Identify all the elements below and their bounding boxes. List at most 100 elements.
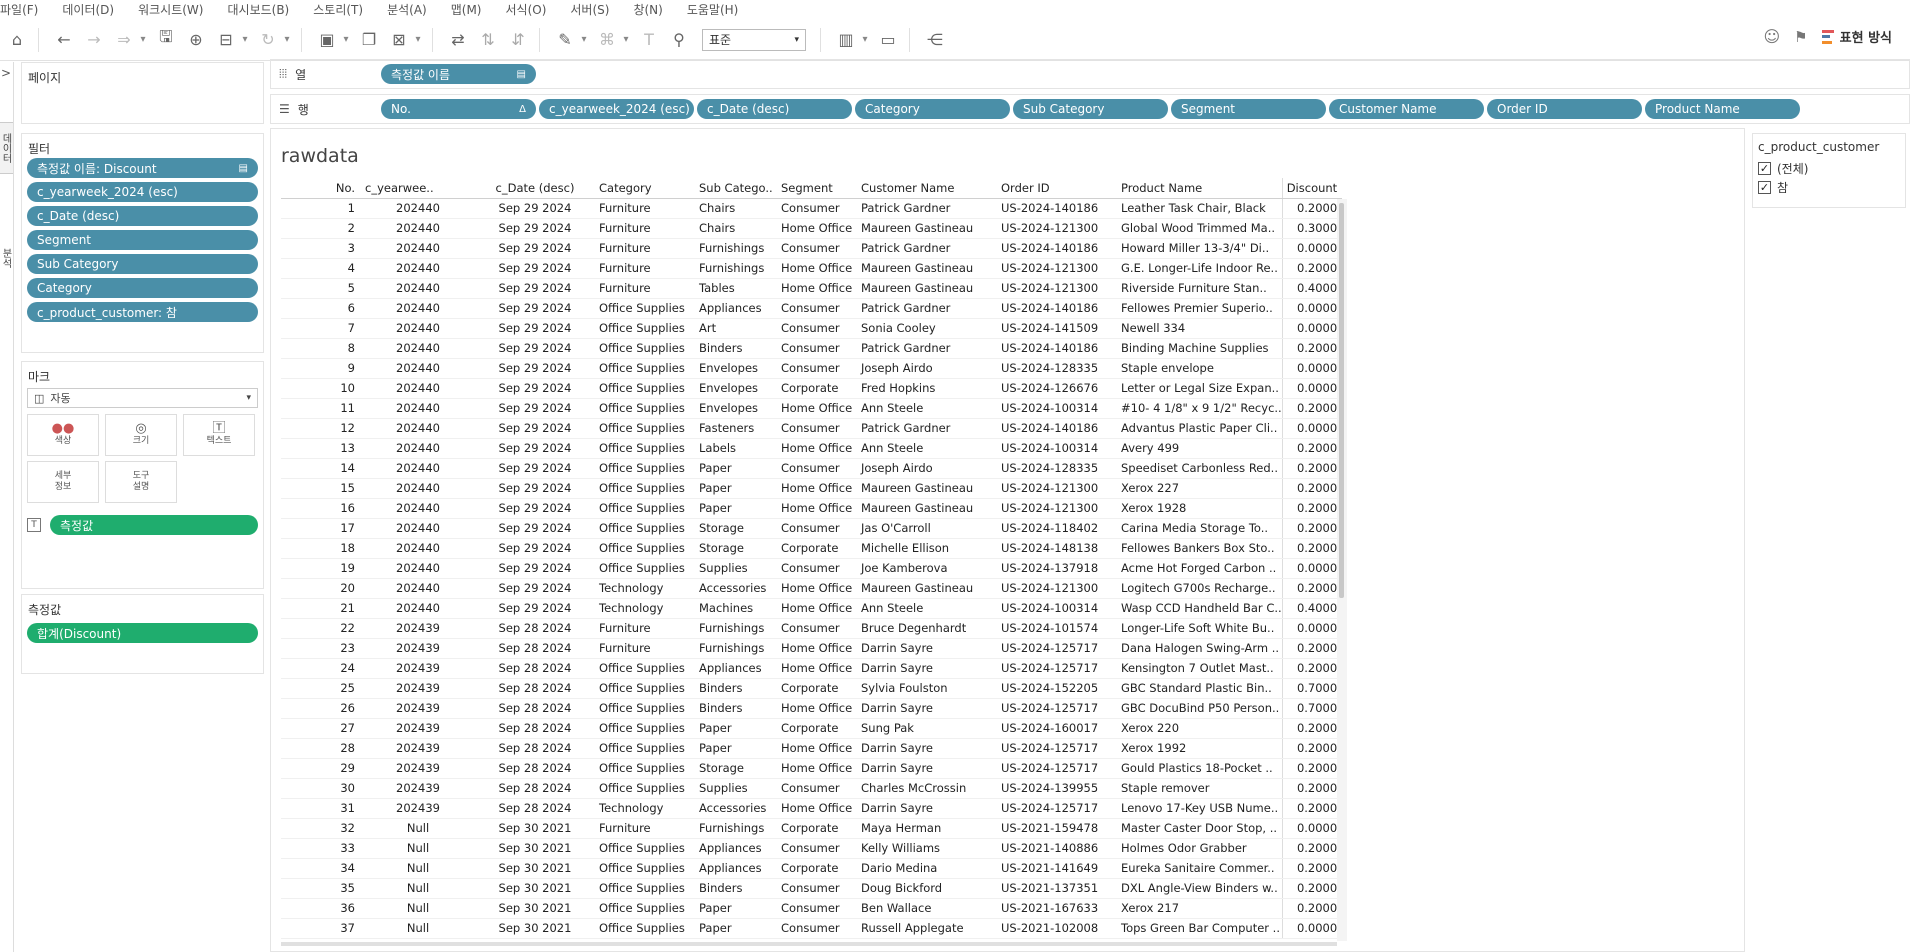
table-row[interactable]: 28 202439 Sep 28 2024 Office Supplies Paper H… xyxy=(281,738,1343,759)
text-encoding-icon[interactable]: T xyxy=(27,518,41,532)
columns-pill[interactable]: 측정값 이름 ▤ xyxy=(381,64,536,84)
filter-pill[interactable]: Sub Category xyxy=(27,254,258,274)
undo-icon[interactable]: ← xyxy=(51,27,77,53)
table-row[interactable]: 10 202440 Sep 29 2024 Office Supplies Envelo… xyxy=(281,378,1343,399)
clear-sheet-icon[interactable]: ⊠ xyxy=(386,27,412,53)
menu-item[interactable]: 스토리(T) xyxy=(313,1,373,18)
table-row[interactable]: 14 202440 Sep 29 2024 Office Supplies Paper C… xyxy=(281,458,1343,479)
chevron-right-icon[interactable]: > xyxy=(1,66,11,80)
home-icon[interactable]: ⌂ xyxy=(4,27,30,53)
rows-pill[interactable]: Order ID xyxy=(1487,99,1642,119)
group-icon[interactable]: ⌘ xyxy=(594,27,620,53)
filter-option[interactable]: ✓ 참 xyxy=(1753,178,1905,197)
column-header[interactable]: c_yearwee.. xyxy=(361,178,471,199)
table-row[interactable]: 29 202439 Sep 28 2024 Office Supplies Storag… xyxy=(281,758,1343,779)
refresh-dropdown-icon[interactable]: ▾ xyxy=(281,27,293,53)
format-painter-icon[interactable]: ⚑ xyxy=(1794,28,1807,46)
column-header[interactable]: No. xyxy=(281,178,361,199)
menu-item[interactable]: 도움말(H) xyxy=(687,1,749,18)
save-icon[interactable]: 🖫 xyxy=(153,27,179,53)
menu-item[interactable]: 서식(O) xyxy=(506,1,557,18)
table-row[interactable]: 12 202440 Sep 29 2024 Office Supplies Fasten… xyxy=(281,418,1343,439)
table-row[interactable]: 23 202439 Sep 28 2024 Furniture Furnishings H… xyxy=(281,638,1343,659)
table-row[interactable]: 27 202439 Sep 28 2024 Office Supplies Paper C… xyxy=(281,718,1343,739)
rows-pill[interactable]: Segment xyxy=(1171,99,1326,119)
replay-dropdown-icon[interactable]: ▾ xyxy=(137,27,149,53)
table-row[interactable]: 13 202440 Sep 29 2024 Office Supplies Labels… xyxy=(281,438,1343,459)
table-row[interactable]: 19 202440 Sep 29 2024 Office Supplies Suppli… xyxy=(281,558,1343,579)
table-row[interactable]: 7 202440 Sep 29 2024 Office Supplies Art Cons… xyxy=(281,318,1343,339)
table-row[interactable]: 5 202440 Sep 29 2024 Furniture Tables Home Of… xyxy=(281,278,1343,299)
column-header[interactable]: Category xyxy=(595,178,695,199)
checkbox-icon[interactable]: ✓ xyxy=(1758,181,1771,194)
measure-value-pill[interactable]: 합계(Discount) xyxy=(27,623,258,643)
rows-pill[interactable]: Customer Name xyxy=(1329,99,1484,119)
column-header[interactable]: Discount xyxy=(1281,178,1343,199)
menu-item[interactable]: 서버(S) xyxy=(570,1,619,18)
sort-descending-icon[interactable]: ⇵ xyxy=(505,27,531,53)
table-row[interactable]: 17 202440 Sep 29 2024 Office Supplies Storag… xyxy=(281,518,1343,539)
clear-dropdown-icon[interactable]: ▾ xyxy=(412,27,424,53)
table-row[interactable]: 32 Null Sep 30 2021 Furniture Furnishings Cor… xyxy=(281,818,1343,839)
table-row[interactable]: 2 202440 Sep 29 2024 Furniture Chairs Home Of… xyxy=(281,218,1343,239)
rows-pill[interactable]: Product Name xyxy=(1645,99,1800,119)
menu-item[interactable]: 워크시트(W) xyxy=(138,1,213,18)
column-header[interactable]: Order ID xyxy=(997,178,1117,199)
rows-pill[interactable]: c_Date (desc) xyxy=(697,99,852,119)
highlight-dropdown-icon[interactable]: ▾ xyxy=(578,27,590,53)
duplicate-sheet-icon[interactable]: ❐ xyxy=(356,27,382,53)
table-row[interactable]: 16 202440 Sep 29 2024 Office Supplies Paper H… xyxy=(281,498,1343,519)
table-row[interactable]: 21 202440 Sep 29 2024 Technology Machines Hom… xyxy=(281,598,1343,619)
table-row[interactable]: 18 202440 Sep 29 2024 Office Supplies Storag… xyxy=(281,538,1343,559)
table-row[interactable]: 31 202439 Sep 28 2024 Technology Accessories… xyxy=(281,798,1343,819)
highlight-icon[interactable]: ✎ xyxy=(552,27,578,53)
rows-pill[interactable]: c_yearweek_2024 (esc) xyxy=(539,99,694,119)
tooltip-button[interactable]: 도구 설명 xyxy=(105,461,177,503)
table-row[interactable]: 4 202440 Sep 29 2024 Furniture Furnishings Ho… xyxy=(281,258,1343,279)
filter-pill[interactable]: c_Date (desc) xyxy=(27,206,258,226)
redo-icon[interactable]: → xyxy=(81,27,107,53)
table-row[interactable]: 9 202440 Sep 29 2024 Office Supplies Envelop… xyxy=(281,358,1343,379)
size-button[interactable]: ◎ 크기 xyxy=(105,414,177,456)
table-row[interactable]: 36 Null Sep 30 2021 Office Supplies Paper Con… xyxy=(281,898,1343,919)
measure-values-text-pill[interactable]: 측정값 xyxy=(50,515,258,535)
table-row[interactable]: 34 Null Sep 30 2021 Office Supplies Applianc… xyxy=(281,858,1343,879)
pause-dropdown-icon[interactable]: ▾ xyxy=(239,27,251,53)
vertical-scrollbar-thumb[interactable] xyxy=(1339,203,1344,598)
fit-select[interactable]: 표준 ▾ xyxy=(702,28,806,51)
table-row[interactable]: 11 202440 Sep 29 2024 Office Supplies Envelo… xyxy=(281,398,1343,419)
tab-data[interactable]: 데이터 xyxy=(0,122,13,174)
smiley-icon[interactable]: ☺ xyxy=(1763,27,1780,46)
column-header[interactable]: c_Date (desc) xyxy=(471,178,595,199)
new-worksheet-icon[interactable]: ▣ xyxy=(314,27,340,53)
table-row[interactable]: 24 202439 Sep 28 2024 Office Supplies Applia… xyxy=(281,658,1343,679)
table-row[interactable]: 15 202440 Sep 29 2024 Office Supplies Paper H… xyxy=(281,478,1343,499)
menu-item[interactable]: 맵(M) xyxy=(451,1,492,18)
table-row[interactable]: 25 202439 Sep 28 2024 Office Supplies Binder… xyxy=(281,678,1343,699)
table-row[interactable]: 35 Null Sep 30 2021 Office Supplies Binders C… xyxy=(281,878,1343,899)
menu-item[interactable]: 파일(F) xyxy=(0,1,48,18)
color-button[interactable]: ●● 색상 xyxy=(27,414,99,456)
new-worksheet-dropdown-icon[interactable]: ▾ xyxy=(340,27,352,53)
column-header[interactable]: Segment xyxy=(777,178,857,199)
show-labels-icon[interactable]: T xyxy=(636,27,662,53)
sort-ascending-icon[interactable]: ⇅ xyxy=(475,27,501,53)
filter-pill[interactable]: Segment xyxy=(27,230,258,250)
pin-axes-icon[interactable]: ⚲ xyxy=(666,27,692,53)
table-row[interactable]: 37 Null Sep 30 2021 Office Supplies Paper Con… xyxy=(281,918,1343,939)
checkbox-icon[interactable]: ✓ xyxy=(1758,162,1771,175)
pause-updates-icon[interactable]: ⊟ xyxy=(213,27,239,53)
refresh-icon[interactable]: ↻ xyxy=(255,27,281,53)
menu-item[interactable]: 데이터(D) xyxy=(62,1,124,18)
filter-pill[interactable]: c_product_customer: 참 xyxy=(27,302,258,322)
table-row[interactable]: 1 202440 Sep 29 2024 Furniture Chairs Consume… xyxy=(281,198,1343,219)
text-button[interactable]: 🅃 텍스트 xyxy=(183,414,255,456)
table-row[interactable]: 8 202440 Sep 29 2024 Office Supplies Binders… xyxy=(281,338,1343,359)
rows-pill[interactable]: Category xyxy=(855,99,1010,119)
mark-type-select[interactable]: ◫ 자동 ▾ xyxy=(27,388,258,408)
share-icon[interactable]: ⋲ xyxy=(922,27,948,53)
filter-pill[interactable]: c_yearweek_2024 (esc) xyxy=(27,182,258,202)
table-row[interactable]: 22 202439 Sep 28 2024 Furniture Furnishings C… xyxy=(281,618,1343,639)
detail-button[interactable]: 세부 정보 xyxy=(27,461,99,503)
column-header[interactable]: Product Name xyxy=(1117,178,1283,199)
